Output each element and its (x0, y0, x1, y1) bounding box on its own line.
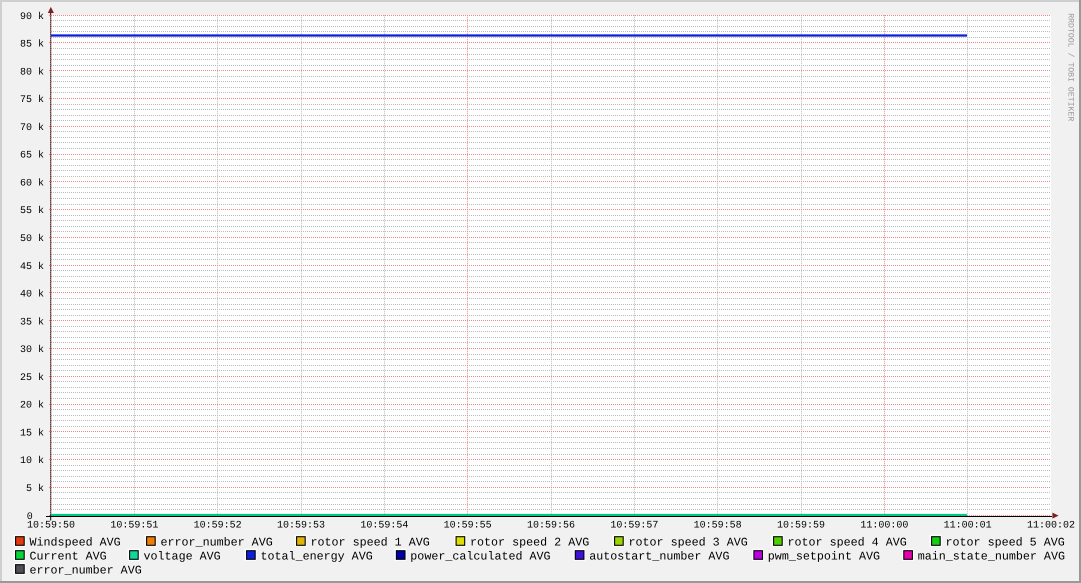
svg-text:10:59:53: 10:59:53 (277, 521, 325, 532)
svg-text:30 k: 30 k (20, 344, 44, 356)
svg-text:11:00:02: 11:00:02 (1027, 521, 1075, 532)
svg-text:RRDTOOL / TOBI OETIKER: RRDTOOL / TOBI OETIKER (1066, 13, 1075, 121)
svg-text:15 k: 15 k (20, 427, 44, 439)
svg-text:80 k: 80 k (20, 66, 44, 78)
svg-text:pwm_setpoint AVG: pwm_setpoint AVG (768, 550, 880, 564)
svg-text:40 k: 40 k (20, 289, 44, 301)
svg-text:10:59:59: 10:59:59 (777, 521, 825, 532)
svg-text:10:59:57: 10:59:57 (610, 521, 658, 532)
svg-text:10 k: 10 k (20, 455, 44, 467)
svg-text:10:59:50: 10:59:50 (27, 521, 75, 532)
svg-text:10:59:55: 10:59:55 (444, 521, 492, 532)
svg-text:55 k: 55 k (20, 205, 44, 217)
svg-text:10:59:58: 10:59:58 (694, 521, 742, 532)
svg-text:autostart_number AVG: autostart_number AVG (589, 550, 729, 564)
svg-text:error_number AVG: error_number AVG (161, 536, 273, 550)
svg-text:11:00:01: 11:00:01 (944, 521, 992, 532)
svg-text:25 k: 25 k (20, 372, 44, 384)
svg-text:10:59:54: 10:59:54 (360, 521, 408, 532)
svg-text:50 k: 50 k (20, 233, 44, 245)
svg-text:Current AVG: Current AVG (30, 550, 107, 564)
svg-text:45 k: 45 k (20, 261, 44, 273)
svg-text:65 k: 65 k (20, 150, 44, 162)
svg-text:11:00:00: 11:00:00 (860, 521, 908, 532)
svg-text:main_state_number AVG: main_state_number AVG (918, 550, 1065, 564)
svg-text:voltage AVG: voltage AVG (144, 550, 221, 564)
svg-text:5 k: 5 k (26, 483, 44, 495)
svg-text:Windspeed AVG: Windspeed AVG (30, 536, 121, 550)
svg-text:power_calculated AVG: power_calculated AVG (410, 550, 550, 564)
svg-text:rotor speed 3 AVG: rotor speed 3 AVG (629, 536, 748, 550)
svg-text:70 k: 70 k (20, 122, 44, 134)
svg-text:rotor speed 5 AVG: rotor speed 5 AVG (946, 536, 1065, 550)
svg-text:75 k: 75 k (20, 94, 44, 106)
svg-text:rotor speed 4 AVG: rotor speed 4 AVG (788, 536, 907, 550)
svg-text:rotor speed 2 AVG: rotor speed 2 AVG (470, 536, 589, 550)
svg-text:90 k: 90 k (20, 11, 44, 23)
svg-text:10:59:51: 10:59:51 (110, 521, 158, 532)
svg-text:35 k: 35 k (20, 316, 44, 328)
svg-text:60 k: 60 k (20, 177, 44, 189)
svg-text:10:59:56: 10:59:56 (527, 521, 575, 532)
svg-text:10:59:52: 10:59:52 (194, 521, 242, 532)
svg-text:error_number AVG: error_number AVG (30, 564, 142, 578)
svg-text:rotor speed 1 AVG: rotor speed 1 AVG (311, 536, 430, 550)
svg-text:85 k: 85 k (20, 39, 44, 51)
svg-text:20 k: 20 k (20, 400, 44, 412)
svg-text:total_energy AVG: total_energy AVG (261, 550, 373, 564)
